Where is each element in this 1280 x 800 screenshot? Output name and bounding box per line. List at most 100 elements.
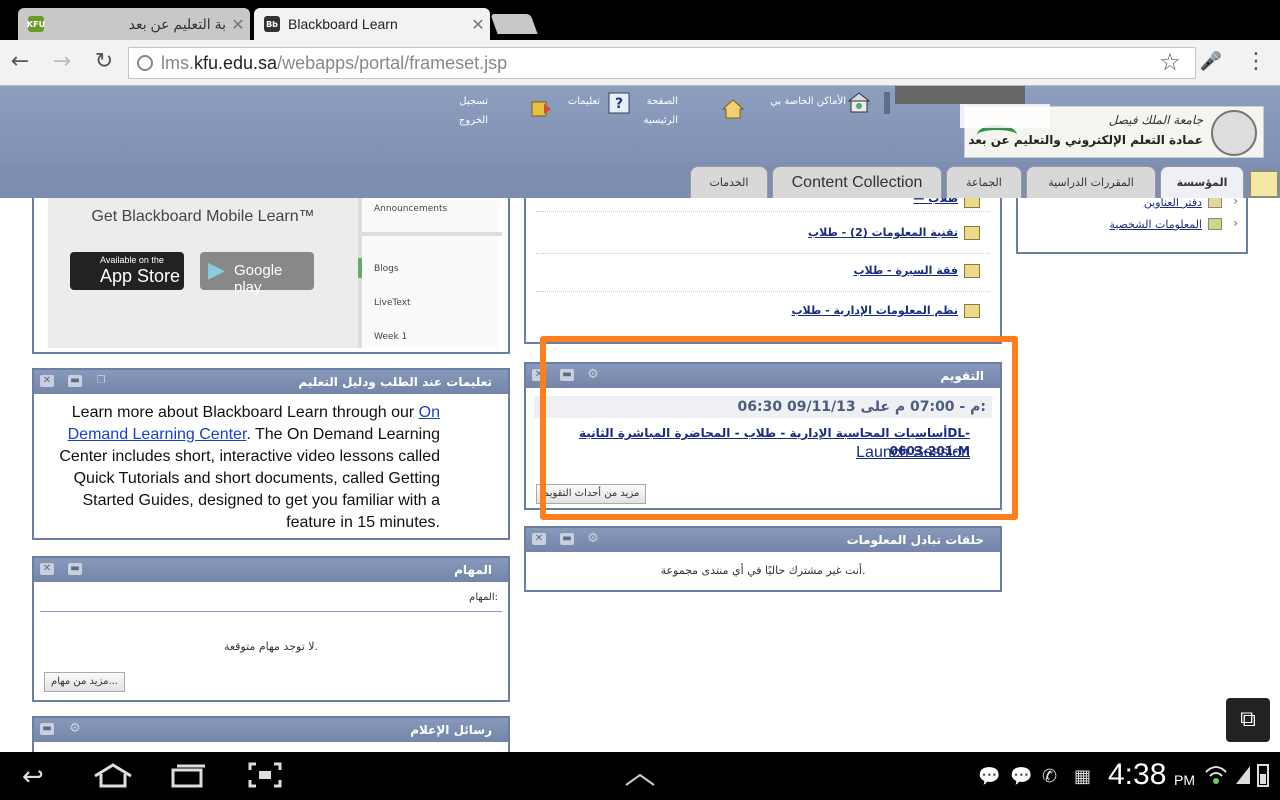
course-book-icon [964,226,980,240]
my-places-icon[interactable] [847,92,871,114]
screenshot-icon[interactable] [248,762,282,794]
browser-tab-blackboard[interactable]: Bb Blackboard Learn ✕ [254,8,490,40]
close-icon[interactable]: ✕ [40,563,54,575]
forward-arrow-icon[interactable]: → [50,50,74,74]
back-arrow-icon[interactable]: ← [8,50,32,74]
restore-icon[interactable]: ❐ [94,375,108,387]
learning-help-text: Learn more about Blackboard Learn throug… [48,402,440,534]
address-book-link[interactable]: دفتر العناوين [1144,198,1202,209]
app-store-small-text: Available on the [100,255,164,265]
course-link[interactable]: تقنية المعلومات (2) - طلاب [808,226,958,239]
new-tab-button[interactable] [490,14,538,34]
help-link[interactable]: تعليمات [560,92,600,111]
tab-services[interactable]: الخدمات [690,166,768,198]
menu-icon[interactable]: ⋮ [1244,50,1268,74]
close-icon[interactable]: ✕ [40,375,54,387]
minimize-icon[interactable]: ▬ [40,723,54,735]
logout-link[interactable]: تسجيل الخروج [448,92,488,130]
media-title: رسائل الإعلام [34,718,508,742]
wifi-icon [1204,764,1228,791]
phone-item: Announcements [374,204,448,214]
course-book-icon [964,264,980,278]
close-icon[interactable]: ✕ [532,533,546,545]
logout-icon[interactable] [530,98,552,120]
address-bar[interactable]: lms.kfu.edu.sa/webapps/portal/frameset.j… [128,47,1196,79]
url-domain: kfu.edu.sa [194,53,278,73]
close-tab-icon[interactable]: ✕ [226,15,250,34]
discussion-message: أنت غير مشترك حاليًا في أي منتدى مجموعة. [660,564,866,577]
svg-text:?: ? [615,96,623,112]
separator [884,92,890,114]
signal-icon [1234,764,1252,792]
tab-institution[interactable]: المؤسسة [1160,166,1244,198]
battery-icon [1256,762,1270,794]
list-item: — طلاب [536,198,990,212]
browser-tab-kfu[interactable]: KFU بة التعليم عن بعد ✕ [18,8,250,40]
recent-apps-icon[interactable] [170,762,206,794]
list-item: نظم المعلومات الإدارية - طلاب [536,294,990,332]
more-tasks-button[interactable]: مزيد من مهام... [44,672,125,692]
bookmark-star-icon[interactable]: ☆ [1158,50,1182,74]
personal-info-icon [1208,218,1222,230]
help-icon[interactable]: ? [608,92,630,114]
home-line1: الصفحة [646,96,678,107]
chevron-up-icon[interactable] [624,768,656,793]
clock-time: 4:38 [1108,758,1167,791]
help-text-start: Learn more about Blackboard Learn throug… [71,404,419,421]
tools-module: دفتر العناوين › المعلومات الشخصية › [1016,198,1248,254]
microphone-icon[interactable]: 🎤 [1199,50,1223,74]
tab-title: Blackboard Learn [288,16,398,32]
my-places-link[interactable]: الأماكن الخاصة بي [752,92,846,111]
tab-content-collection[interactable]: Content Collection [772,166,942,198]
google-play-badge[interactable]: ▶ Google play [200,252,314,296]
phone-marker [358,258,362,278]
phone-item: Blogs [374,264,399,274]
gear-icon[interactable]: ⚙ [68,722,82,736]
minimize-icon[interactable]: ▬ [68,375,82,387]
tasks-module: المهام ✕ ▬ المهام: لا توجد مهام متوقعة. … [32,556,510,702]
chevron-icon[interactable]: › [1233,216,1238,230]
minimize-icon[interactable]: ▬ [68,563,82,575]
back-icon[interactable]: ↩ [22,762,44,792]
gear-icon[interactable]: ⚙ [586,532,600,546]
tab-title: بة التعليم عن بعد [128,15,226,32]
home-link[interactable]: الصفحة الرئيسية [638,92,678,130]
course-link-partial[interactable]: — طلاب [913,198,958,205]
redacted-block [895,86,1025,104]
portal-content: دفتر العناوين › المعلومات الشخصية › — طل… [0,198,1280,752]
tasks-empty-message: لا توجد مهام متوقعة. [223,640,319,653]
reload-icon[interactable]: ↻ [92,50,116,74]
bbm-notification-icon[interactable]: 💬 [1010,766,1032,787]
list-item: تقنية المعلومات (2) - طلاب [536,216,990,254]
logout-line2: الخروج [458,115,488,126]
page-layout-icon[interactable] [1250,171,1278,197]
home-icon[interactable] [721,98,745,120]
personal-info-link[interactable]: المعلومات الشخصية [1109,218,1202,231]
highlight-frame [540,336,1018,520]
bbm-notification-icon[interactable]: 💬 [978,766,1000,787]
tasks-title: المهام [34,558,508,582]
globe-icon [137,55,153,71]
home-icon[interactable] [92,762,134,794]
window-switch-icon[interactable]: ⧉ [1226,698,1270,742]
whatsapp-icon[interactable]: ✆ [1042,766,1057,787]
course-link[interactable]: فقة السيرة - طلاب [853,264,958,277]
tab-courses[interactable]: المقررات الدراسية [1026,166,1156,198]
logout-line1: تسجيل [459,96,488,107]
close-tab-icon[interactable]: ✕ [466,15,490,34]
logo-line1: جامعة الملك فيصل [1108,113,1203,127]
url-path: /webapps/portal/frameset.jsp [277,53,508,73]
chevron-icon[interactable]: › [1233,198,1238,208]
blackboard-favicon-icon: Bb [264,16,280,32]
course-book-icon [964,198,980,208]
course-link[interactable]: نظم المعلومات الإدارية - طلاب [792,304,959,317]
play-icon: ▶ [208,258,225,283]
bbm-icon[interactable]: ▦ [1074,766,1091,787]
tab-community[interactable]: الجماعة [946,166,1022,198]
phone-item: LiveText [374,298,411,308]
list-item: فقة السيرة - طلاب [536,254,990,292]
course-book-icon [964,304,980,318]
app-store-badge[interactable]: Available on the App Store [70,252,184,290]
learning-help-module: تعليمات عند الطلب ودليل التعليم ✕ ▬ ❐ Le… [32,368,510,540]
minimize-icon[interactable]: ▬ [560,533,574,545]
